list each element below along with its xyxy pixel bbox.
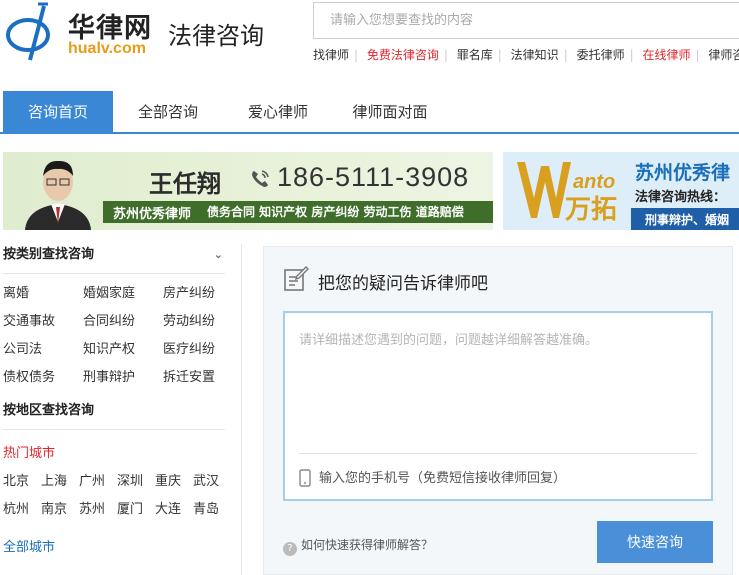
edit-note-icon xyxy=(284,266,309,291)
lawyer-portrait-icon xyxy=(25,160,91,230)
quick-link[interactable]: 委托律师 xyxy=(577,48,625,62)
divider: | xyxy=(629,48,634,62)
category-row: 公司法 知识产权 医疗纠纷 xyxy=(3,340,225,368)
city-link[interactable]: 北京 xyxy=(3,470,29,489)
hot-cities-title: 热门城市 xyxy=(3,446,56,461)
region-heading-label: 按地区查找咨询 xyxy=(3,403,95,418)
quick-link[interactable]: 免费法律咨询 xyxy=(367,48,439,62)
divider: | xyxy=(497,48,502,62)
chevron-down-icon[interactable]: ⌄ xyxy=(214,242,223,268)
all-cities-link[interactable]: 全部城市 xyxy=(3,536,225,555)
city-link[interactable]: 杭州 xyxy=(3,498,29,517)
logo-name-en: hualv.com xyxy=(68,40,146,57)
category-link[interactable]: 拆迁安置 xyxy=(163,368,215,388)
category-link[interactable]: 交通事故 xyxy=(3,312,55,332)
category-link[interactable]: 房产纠纷 xyxy=(163,284,215,304)
tab-all-consults[interactable]: 全部咨询 xyxy=(122,91,214,134)
phone-icon xyxy=(252,170,269,187)
city-link[interactable]: 大连 xyxy=(155,498,181,517)
firm-hotline-label: 法律咨询热线： xyxy=(635,190,727,205)
city-link[interactable]: 苏州 xyxy=(79,498,105,517)
consult-panel: 把您的疑问告诉律师吧 ? 如何快速获得律师解答？ 快速咨询 xyxy=(263,246,733,575)
quick-consult-button[interactable]: 快速咨询 xyxy=(597,521,713,563)
svg-text:万拓: 万拓 xyxy=(565,195,617,224)
category-grid: 离婚 婚姻家庭 房产纠纷 交通事故 合同纠纷 劳动纠纷 公司法 知识产权 医疗纠… xyxy=(3,274,225,396)
category-link[interactable]: 婚姻家庭 xyxy=(83,284,135,304)
city-link[interactable]: 厦门 xyxy=(117,498,143,517)
city-link[interactable]: 南京 xyxy=(41,498,67,517)
quick-link[interactable]: 罪名库 xyxy=(457,48,493,62)
help-link[interactable]: ? 如何快速获得律师解答？ xyxy=(283,536,433,556)
divider: | xyxy=(443,48,448,62)
category-link[interactable]: 离婚 xyxy=(3,284,29,304)
firm-ad-banner[interactable]: anto 万拓 苏州优秀律 法律咨询热线： 刑事辩护、婚姻 xyxy=(503,152,739,230)
quick-link[interactable]: 法律知识 xyxy=(511,48,559,62)
city-link[interactable]: 深圳 xyxy=(117,470,143,489)
question-textarea[interactable] xyxy=(299,329,699,439)
category-link[interactable]: 知识产权 xyxy=(83,340,135,360)
divider: | xyxy=(354,48,359,62)
site-header: 华律网 hualv.com 法律咨询 找律师 | 免费法律咨询 | 罪名库 | 法律知… xyxy=(0,0,739,90)
city-link[interactable]: 广州 xyxy=(79,470,105,489)
lawyer-name: 王任翔 xyxy=(149,170,221,198)
consult-title: 把您的疑问告诉律师吧 xyxy=(318,274,488,294)
category-link[interactable]: 债权债务 xyxy=(3,368,55,388)
divider: | xyxy=(563,48,568,62)
lawyer-specialties: 债务合同 知识产权 房产纠纷 劳动工伤 道路赔偿 xyxy=(207,205,464,219)
category-heading[interactable]: 按类别查找咨询 ⌄ xyxy=(3,242,225,274)
site-subtitle: 法律咨询 xyxy=(168,22,264,50)
lawyer-phone: 186-5111-3908 xyxy=(277,162,470,192)
search-box xyxy=(313,2,739,39)
category-link[interactable]: 刑事辩护 xyxy=(83,368,135,388)
hualv-logo-icon xyxy=(6,2,50,61)
question-icon: ? xyxy=(283,542,297,556)
quick-link[interactable]: 律师咨询 xyxy=(708,48,739,62)
column-divider xyxy=(241,244,242,575)
city-link[interactable]: 武汉 xyxy=(193,470,219,489)
city-link[interactable]: 上海 xyxy=(41,470,67,489)
city-row: 北京 上海 广州 深圳 重庆 武汉 xyxy=(3,470,225,498)
lawyer-ad-banner[interactable]: 王任翔 186-5111-3908 苏州优秀律师 债务合同 知识产权 房产纠纷 … xyxy=(3,152,493,230)
lawyer-title: 苏州优秀律师 xyxy=(113,207,192,222)
tab-caring-lawyers[interactable]: 爱心律师 xyxy=(232,91,324,134)
category-link[interactable]: 合同纠纷 xyxy=(83,312,135,332)
region-heading: 按地区查找咨询 xyxy=(3,398,225,430)
city-link[interactable]: 青岛 xyxy=(193,498,219,517)
firm-title: 苏州优秀律 xyxy=(635,162,731,184)
city-row: 杭州 南京 苏州 厦门 大连 青岛 xyxy=(3,498,225,526)
category-row: 离婚 婚姻家庭 房产纠纷 xyxy=(3,284,225,312)
search-input[interactable] xyxy=(314,3,739,38)
category-link[interactable]: 公司法 xyxy=(3,340,42,360)
category-row: 债权债务 刑事辩护 拆迁安置 xyxy=(3,368,225,396)
divider xyxy=(299,453,697,454)
site-logo[interactable]: 华律网 hualv.com xyxy=(4,2,164,62)
quick-link[interactable]: 在线律师 xyxy=(642,48,690,62)
tab-consult-home[interactable]: 咨询首页 xyxy=(3,91,113,134)
divider: | xyxy=(695,48,700,62)
help-text: 如何快速获得律师解答？ xyxy=(301,538,434,552)
phone-input[interactable] xyxy=(319,467,689,489)
city-link[interactable]: 重庆 xyxy=(155,470,181,489)
category-heading-label: 按类别查找咨询 xyxy=(3,247,95,262)
tab-lawyer-face-to-face[interactable]: 律师面对面 xyxy=(338,91,442,134)
quick-links: 找律师 | 免费法律咨询 | 罪名库 | 法律知识 | 委托律师 | 在线律师 | 律师咨询 xyxy=(313,46,739,63)
mobile-phone-icon xyxy=(299,469,311,487)
question-box xyxy=(283,311,713,501)
category-link[interactable]: 医疗纠纷 xyxy=(163,340,215,360)
quick-link[interactable]: 找律师 xyxy=(313,48,349,62)
category-row: 交通事故 合同纠纷 劳动纠纷 xyxy=(3,312,225,340)
main-nav: 咨询首页 全部咨询 爱心律师 律师面对面 xyxy=(0,91,739,134)
wanto-logo-icon: anto 万拓 xyxy=(517,162,617,224)
svg-text:anto: anto xyxy=(573,171,615,193)
sidebar: 按类别查找咨询 ⌄ 离婚 婚姻家庭 房产纠纷 交通事故 合同纠纷 劳动纠纷 公司… xyxy=(3,242,225,555)
firm-specialties: 刑事辩护、婚姻 xyxy=(645,213,730,227)
category-link[interactable]: 劳动纠纷 xyxy=(163,312,215,332)
